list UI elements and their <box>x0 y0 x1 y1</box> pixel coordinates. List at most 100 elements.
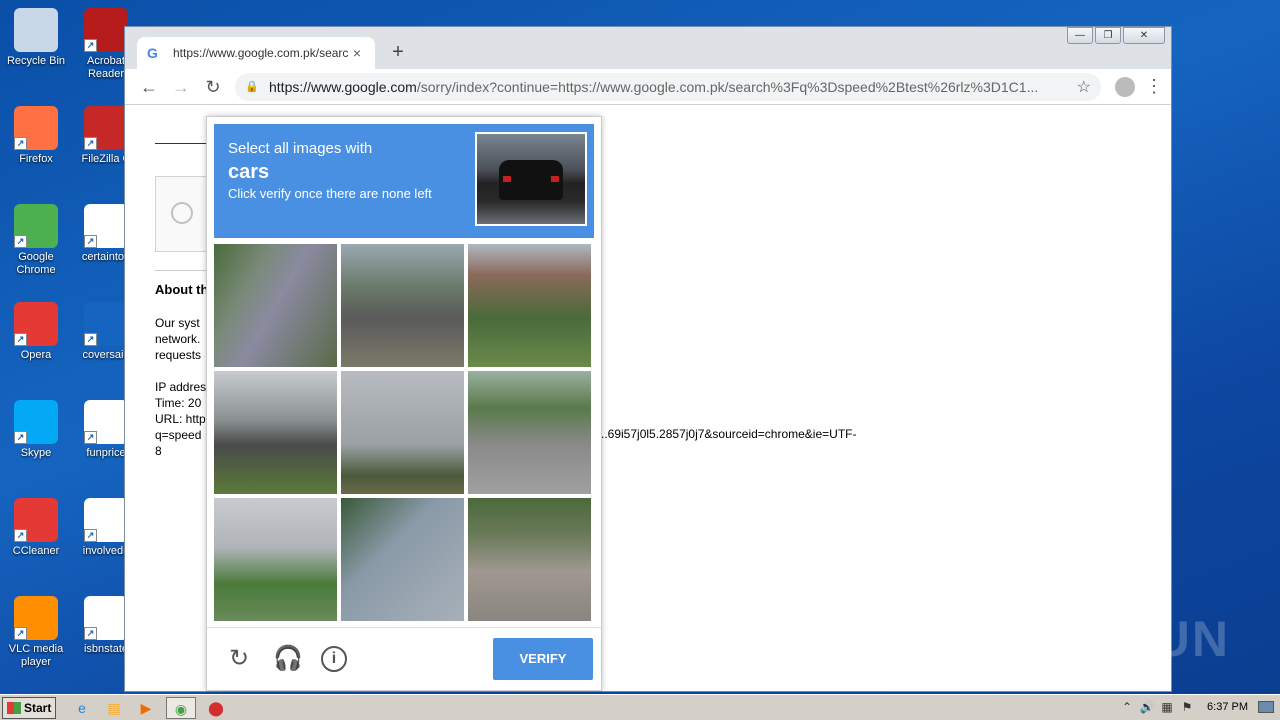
acrobat-icon: ↗ <box>84 8 128 52</box>
windows-flag-icon <box>7 701 21 714</box>
image-tile[interactable] <box>341 371 464 494</box>
shortcut-arrow-icon: ↗ <box>14 333 27 346</box>
desktop-icon-label: VLC media player <box>8 643 64 668</box>
start-label: Start <box>24 700 52 715</box>
desktop-icon-label: Firefox <box>19 153 53 165</box>
image-tile[interactable] <box>468 371 591 494</box>
url-host: https://www.google.com <box>269 78 417 95</box>
page-text: Our syst <box>155 316 200 330</box>
browser-toolbar: ← → ↻ 🔒 https://www.google.com/sorry/ind… <box>125 69 1171 105</box>
tray-arrow-icon[interactable]: ⌃ <box>1117 700 1137 714</box>
about-heading: About th <box>155 282 209 297</box>
profile-avatar[interactable] <box>1115 76 1135 97</box>
desktop-icon-label: Google Chrome <box>16 251 56 276</box>
tab-google[interactable]: G https://www.google.com.pk/search? × <box>137 37 375 69</box>
sample-image <box>475 132 587 226</box>
action-center-icon[interactable]: ⚑ <box>1177 700 1197 714</box>
desktop-icon[interactable]: ↗ Skype <box>4 400 68 460</box>
desktop-icon[interactable]: ↗ CCleaner <box>4 498 68 558</box>
page-text: network. <box>155 332 201 346</box>
system-tray: ⌃ 🔊 ▦ ⚑ 6:37 PM <box>1117 696 1280 718</box>
anyrun-watermark: ANY ▷ RUN <box>932 611 1230 667</box>
audio-challenge-icon[interactable]: 🎧 <box>273 645 303 673</box>
tail-light <box>503 176 511 182</box>
forward-button[interactable]: → <box>165 73 197 101</box>
bookmark-star-icon[interactable]: ☆ <box>1077 77 1091 97</box>
url-tail-text: ..69i57j0l5.2857j0j7&sourceid=chrome&ie=… <box>601 427 857 441</box>
new-tab-button[interactable]: + <box>387 41 409 63</box>
shortcut-arrow-icon: ↗ <box>14 431 27 444</box>
recaptcha-spinner-icon[interactable] <box>171 202 193 224</box>
url-label-text: URL: http <box>155 412 206 426</box>
shortcut-arrow-icon: ↗ <box>14 627 27 640</box>
desktop-icon[interactable]: ↗ VLC media player <box>4 596 68 669</box>
image-tile[interactable] <box>468 498 591 621</box>
reload-challenge-icon[interactable]: ↻ <box>225 645 253 673</box>
page-text: requests <box>155 348 202 362</box>
challenge-header: Select all images with cars Click verify… <box>214 124 594 238</box>
google-favicon-icon: G <box>147 45 158 61</box>
challenge-footer: ↻ 🎧 i VERIFY <box>207 627 601 690</box>
desktop-icon-label: Skype <box>20 447 52 459</box>
volume-icon[interactable]: 🔊 <box>1137 700 1157 714</box>
image-tile[interactable] <box>341 498 464 621</box>
stop-taskbar-icon[interactable]: ⬤ <box>204 697 228 719</box>
desktop-icon[interactable]: ↗ Google Chrome <box>4 204 68 277</box>
address-bar[interactable]: 🔒 https://www.google.com/sorry/index?con… <box>235 72 1101 101</box>
taskbar: Start e ▤ ▶ ◉ ⬤ ⌃ 🔊 ▦ ⚑ 6:37 PM <box>0 694 1280 720</box>
close-window-button[interactable]: ✕ <box>1123 27 1165 44</box>
image-tile[interactable] <box>468 244 591 367</box>
word-doc-icon: ↗ <box>84 596 128 640</box>
word-doc-icon: ↗ <box>84 498 128 542</box>
shortcut-arrow-icon: ↗ <box>84 39 97 52</box>
word-doc-icon: ↗ <box>84 204 128 248</box>
start-button[interactable]: Start <box>2 696 56 719</box>
opera-icon: ↗ <box>14 302 58 346</box>
info-icon[interactable]: i <box>321 646 347 672</box>
ccleaner-icon: ↗ <box>14 498 58 542</box>
tab-title: https://www.google.com.pk/search? <box>173 46 349 60</box>
menu-icon[interactable]: ⋮ <box>1145 76 1163 97</box>
explorer-taskbar-icon[interactable]: ▤ <box>102 697 126 719</box>
media-player-taskbar-icon[interactable]: ▶ <box>134 697 158 719</box>
shortcut-arrow-icon: ↗ <box>14 529 27 542</box>
ip-address-text: IP addres <box>155 380 207 394</box>
skype-icon: ↗ <box>14 400 58 444</box>
chrome-taskbar-icon[interactable]: ◉ <box>166 696 196 719</box>
image-tile[interactable] <box>214 244 337 367</box>
desktop-icon[interactable]: ↗ Firefox <box>4 106 68 166</box>
shortcut-arrow-icon: ↗ <box>84 235 97 248</box>
shortcut-arrow-icon: ↗ <box>14 137 27 150</box>
lock-icon: 🔒 <box>245 81 259 93</box>
tail-light <box>551 176 559 182</box>
time-text: Time: 20 <box>155 396 202 410</box>
chrome-icon: ↗ <box>14 204 58 248</box>
image-tile[interactable] <box>214 371 337 494</box>
minimize-button[interactable]: — <box>1067 27 1093 44</box>
show-desktop-button[interactable] <box>1258 701 1274 713</box>
image-tile[interactable] <box>214 498 337 621</box>
maximize-button[interactable]: ❐ <box>1095 27 1121 44</box>
window-controls: — ❐ ✕ <box>1065 27 1165 44</box>
image-tile[interactable] <box>341 244 464 367</box>
clock[interactable]: 6:37 PM <box>1207 701 1248 713</box>
desktop-icon-label: Recycle Bin <box>6 55 66 67</box>
desktop-icon-label: CCleaner <box>12 545 60 557</box>
verify-button[interactable]: VERIFY <box>493 638 593 680</box>
query-text: q=speed <box>155 428 202 442</box>
shortcut-arrow-icon: ↗ <box>84 333 97 346</box>
recycle-bin-icon <box>14 8 58 52</box>
reload-button[interactable]: ↻ <box>197 73 229 101</box>
ie-taskbar-icon[interactable]: e <box>70 697 94 719</box>
shortcut-arrow-icon: ↗ <box>14 235 27 248</box>
back-button[interactable]: ← <box>133 73 165 101</box>
desktop-icon-label: Opera <box>20 349 52 361</box>
url-text[interactable]: https://www.google.com/sorry/index?conti… <box>269 79 1077 95</box>
desktop-icon[interactable]: Recycle Bin <box>4 8 68 68</box>
shortcut-arrow-icon: ↗ <box>84 431 97 444</box>
desktop-icon[interactable]: ↗ Opera <box>4 302 68 362</box>
network-icon[interactable]: ▦ <box>1157 700 1177 714</box>
query-text-end: 8 <box>155 444 162 458</box>
tab-close-icon[interactable]: × <box>349 45 365 61</box>
vlc-icon: ↗ <box>14 596 58 640</box>
